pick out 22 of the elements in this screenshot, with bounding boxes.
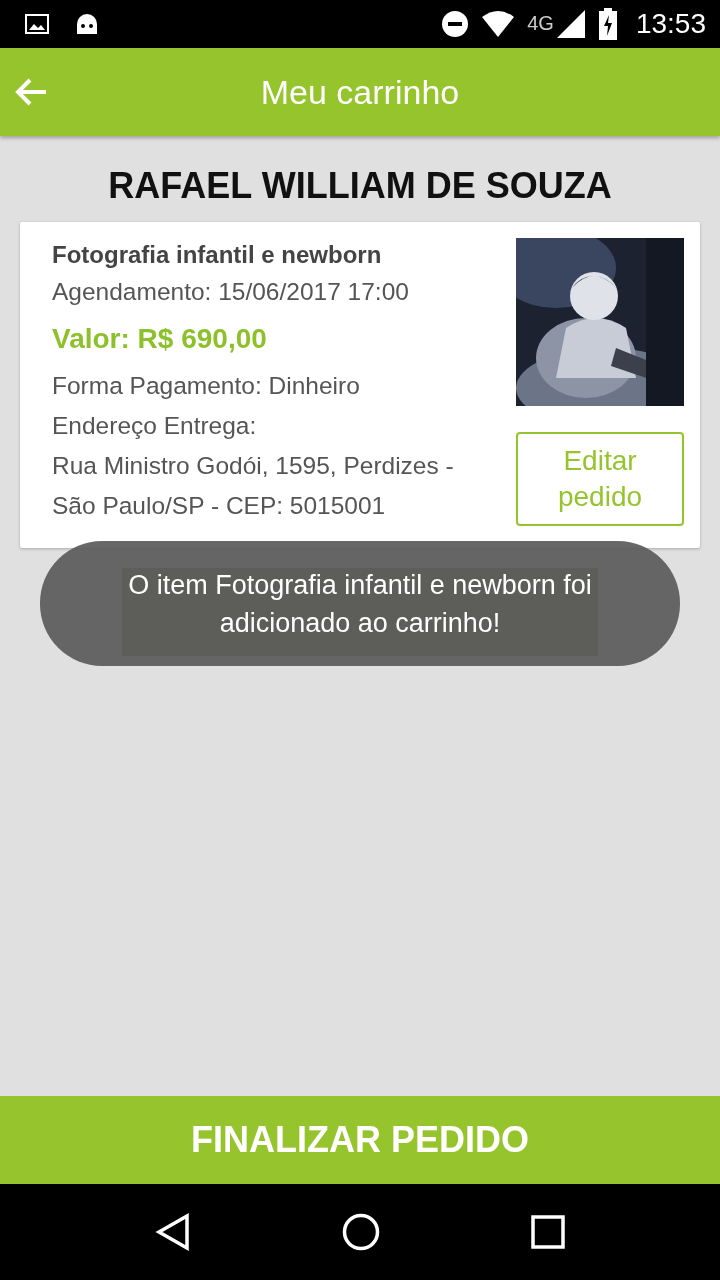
wifi-icon — [481, 11, 516, 37]
image-icon — [24, 13, 50, 35]
address-label: Endereço Entrega: — [52, 411, 258, 441]
price-text: Valor: R$ 690,00 — [52, 322, 268, 356]
battery-icon — [597, 8, 618, 40]
back-icon[interactable] — [155, 1213, 192, 1251]
home-icon[interactable] — [342, 1213, 380, 1251]
screen-title: Meu carrinho — [260, 72, 460, 112]
do-not-disturb-icon — [441, 10, 470, 38]
customer-name: RAFAEL WILLIAM DE SOUZA — [108, 166, 612, 208]
address-text: Rua Ministro Godói, 1595, Perdizes - São Paulo/SP - CEP: 5015001 — [52, 451, 455, 521]
finish-order-button[interactable]: FINALIZAR PEDIDO — [0, 1096, 720, 1184]
payment-text: Forma Pagamento: Dinheiro — [52, 371, 361, 401]
signal-icon — [555, 9, 586, 39]
clock: 13:53 — [635, 8, 706, 40]
recent-apps-icon[interactable] — [530, 1215, 565, 1249]
item-title: Fotografia infantil e newborn — [52, 240, 383, 270]
edit-order-button[interactable]: Editar pedido — [516, 432, 684, 526]
schedule-text: Agendamento: 15/06/2017 17:00 — [52, 277, 410, 307]
android-icon — [74, 12, 100, 36]
message-toast: O item Fotografia infantil e newborn foi adicionado ao carrinho! — [40, 541, 680, 666]
network-type: 4G — [527, 12, 554, 35]
